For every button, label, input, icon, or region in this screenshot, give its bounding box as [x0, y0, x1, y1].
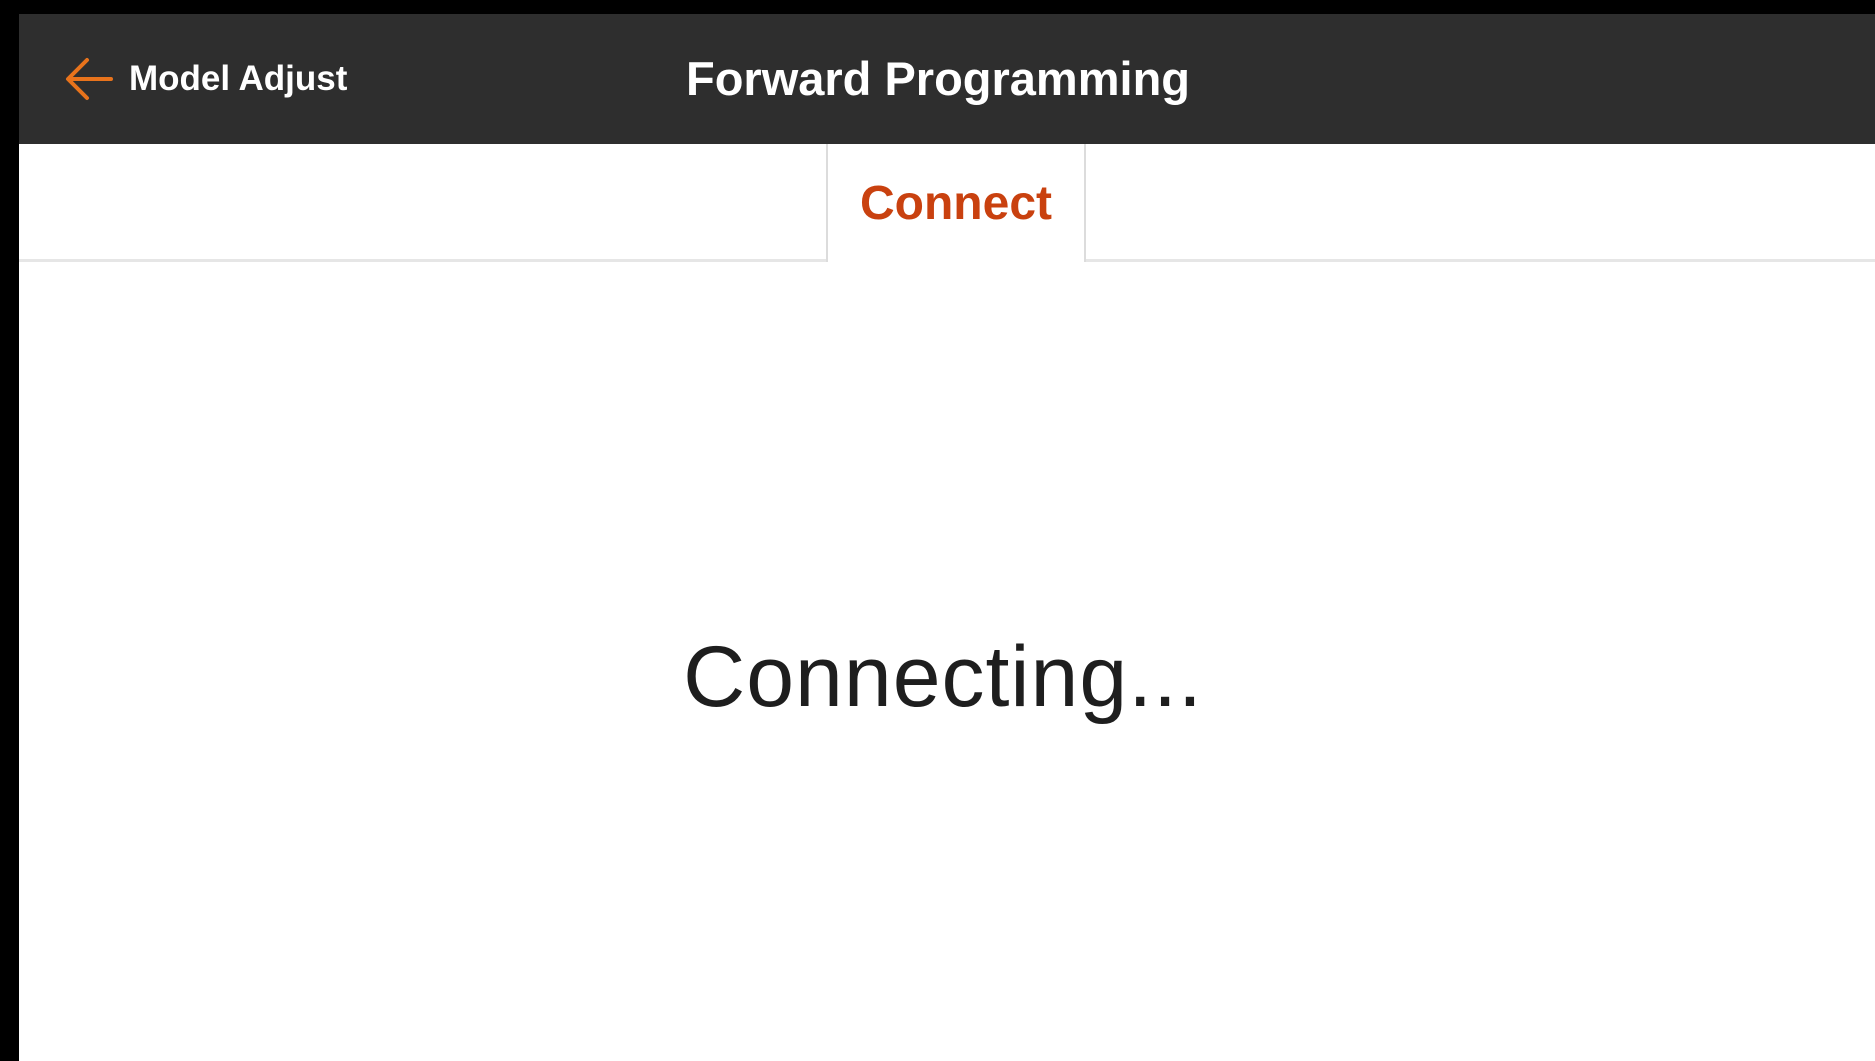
connection-status-text: Connecting... [683, 629, 1203, 725]
back-button-label: Model Adjust [129, 59, 348, 98]
tab-connect[interactable]: Connect [826, 144, 1086, 262]
device-frame: Model Adjust Forward Programming Connect… [0, 0, 1875, 1061]
tab-bar: Connect [19, 144, 1875, 262]
header-bar: Model Adjust Forward Programming [19, 14, 1875, 144]
app-screen: Model Adjust Forward Programming Connect… [19, 14, 1875, 1061]
arrow-left-icon [66, 58, 113, 100]
back-button[interactable]: Model Adjust [65, 50, 347, 108]
